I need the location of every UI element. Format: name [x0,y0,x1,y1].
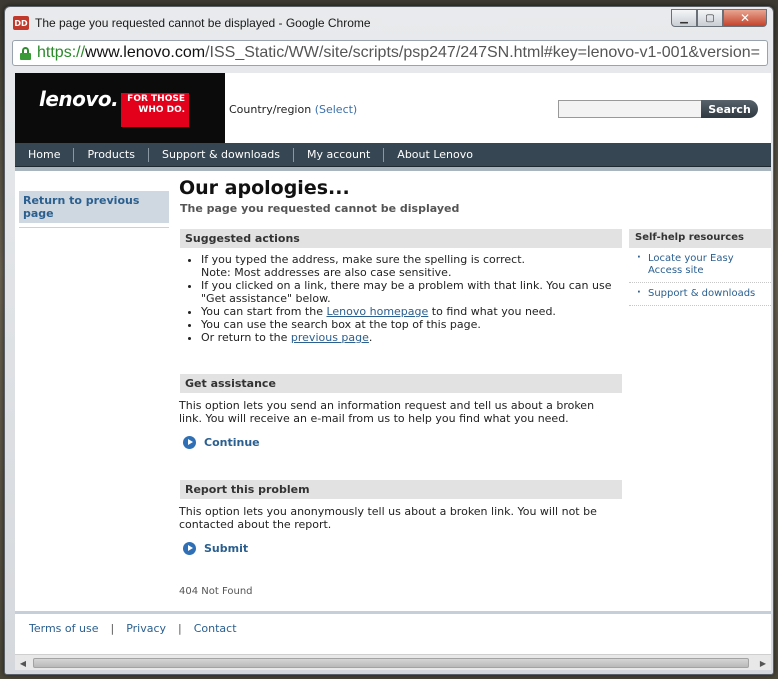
nav-support-downloads[interactable]: Support & downloads [149,147,294,162]
self-help-panel: Self-help resources Locate your Easy Acc… [629,229,771,306]
arrow-right-icon [183,436,196,449]
footer-links: Terms of use | Privacy | Contact [29,622,237,635]
lock-icon [20,46,31,60]
minimize-button[interactable]: ▁ [671,9,697,27]
list-item: Or return to the previous page. [201,331,621,344]
footer-divider [15,611,771,614]
page-subtitle: The page you requested cannot be display… [180,202,460,215]
suggestion-text: If you typed the address, make sure the … [201,253,526,266]
status-code: 404 Not Found [179,586,253,597]
suggestion-note: Note: Most addresses are also case sensi… [201,266,452,279]
logo-tagline: FOR THOSE WHO DO. [121,93,189,127]
scrollbar-thumb[interactable] [33,658,749,668]
search-input[interactable] [558,100,703,118]
self-help-support-link[interactable]: Support & downloads [629,283,771,306]
list-item: You can start from the Lenovo homepage t… [201,305,621,318]
get-assistance-text: This option lets you send an information… [179,399,595,425]
window-title: The page you requested cannot be display… [35,16,371,30]
page-viewport: lenovo. FOR THOSE WHO DO. Country/region… [15,73,771,670]
country-region: Country/region (Select) [229,103,357,116]
url-path: /ISS_Static/WW/site/scripts/psp247/247SN… [205,44,760,61]
close-button[interactable]: ✕ [723,9,767,27]
self-help-heading: Self-help resources [629,229,771,248]
privacy-link[interactable]: Privacy [126,622,166,635]
lenovo-homepage-link[interactable]: Lenovo homepage [326,305,428,318]
browser-window: DD The page you requested cannot be disp… [4,6,774,675]
previous-page-link[interactable]: previous page [291,331,369,344]
maximize-button[interactable]: ▢ [697,9,723,27]
scroll-right-icon[interactable]: ▶ [755,656,771,670]
app-icon: DD [13,16,29,30]
search-button[interactable]: Search [701,100,758,118]
nav-about-lenovo[interactable]: About Lenovo [384,148,486,162]
continue-button[interactable]: Continue [183,436,260,449]
continue-label: Continue [204,436,260,449]
nav-home[interactable]: Home [15,147,75,162]
suggestion-text: Or return to the [201,331,291,344]
self-help-easy-access-link[interactable]: Locate your Easy Access site [629,248,771,283]
url-scheme: https:// [37,44,86,61]
address-bar[interactable]: https://www.lenovo.com/ISS_Static/WW/sit… [12,40,768,66]
suggested-actions-list: If you typed the address, make sure the … [201,253,621,344]
page-title: Our apologies... [179,177,350,199]
suggestion-text: . [368,331,373,344]
get-assistance-heading: Get assistance [180,374,622,393]
return-previous-link[interactable]: Return to previous page [19,191,169,223]
report-problem-text: This option lets you anonymously tell us… [179,505,597,531]
suggestion-text: to find what you need. [428,305,556,318]
suggestion-text: You can start from the [201,305,327,318]
nav-divider [15,167,771,171]
contact-link[interactable]: Contact [194,622,237,635]
country-label: Country/region [229,103,312,116]
horizontal-scrollbar[interactable]: ◀ ▶ [15,654,771,670]
list-item: If you clicked on a link, there may be a… [201,279,621,305]
nav-my-account[interactable]: My account [294,147,385,162]
footer-separator: | [178,622,182,635]
submit-button[interactable]: Submit [183,542,248,555]
country-select-link[interactable]: (Select) [315,103,358,116]
lenovo-logo[interactable]: lenovo. FOR THOSE WHO DO. [15,73,225,143]
title-bar: DD The page you requested cannot be disp… [5,7,773,35]
submit-label: Submit [204,542,249,555]
arrow-right-icon [183,542,196,555]
left-divider [19,227,169,228]
main-nav: Home Products Support & downloads My acc… [15,143,771,167]
suggested-actions-heading: Suggested actions [180,229,622,248]
footer-separator: | [110,622,115,635]
logo-wordmark: lenovo. [39,87,119,111]
list-item: If you typed the address, make sure the … [201,253,621,279]
nav-products[interactable]: Products [74,147,149,162]
terms-of-use-link[interactable]: Terms of use [29,622,98,635]
scroll-left-icon[interactable]: ◀ [15,656,31,670]
report-problem-heading: Report this problem [180,480,622,499]
list-item: You can use the search box at the top of… [201,318,621,331]
window-controls: ▁ ▢ ✕ [671,9,767,27]
url-text[interactable]: https://www.lenovo.com/ISS_Static/WW/sit… [37,44,760,62]
url-host: www.lenovo.com [85,44,206,61]
